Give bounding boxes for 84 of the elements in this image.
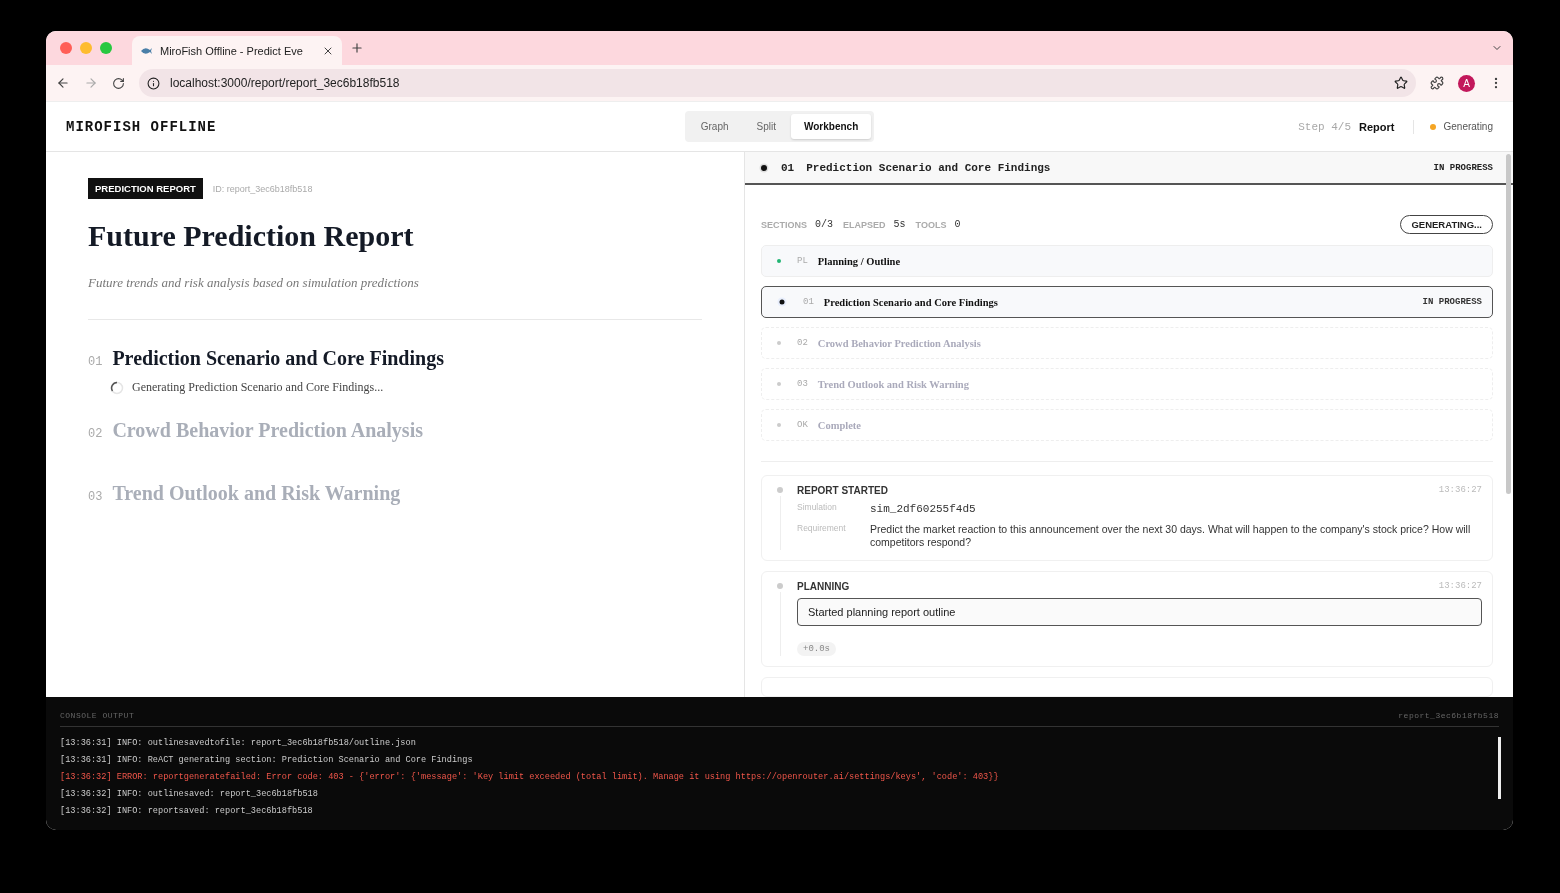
stat-value: 5s — [893, 219, 906, 231]
section-title: Crowd Behavior Prediction Analysis — [112, 419, 423, 442]
stat-label: ELAPSED — [843, 219, 886, 230]
spinner-icon — [110, 380, 124, 395]
progress-text: Generating Prediction Scenario and Core Findings... — [132, 380, 384, 395]
step-status: IN PROGRESS — [1422, 297, 1482, 308]
reload-icon[interactable] — [112, 76, 125, 90]
step-code: 01 — [803, 297, 814, 308]
console-title: CONSOLE OUTPUT — [60, 711, 135, 720]
view-tab[interactable]: Split — [743, 114, 789, 139]
step-code: 02 — [797, 338, 808, 349]
step-title: Complete — [817, 419, 862, 431]
info-icon — [147, 76, 160, 90]
app-logo: MIROFISH OFFLINE — [66, 118, 218, 135]
section-number: 01 — [88, 355, 103, 369]
section-title: Prediction Scenario and Core Findings — [112, 347, 444, 370]
console-line: [13:36:32] ERROR: reportgeneratefailed: Error code: 403 - {'error': {'message': 'Key limit exceeded (total limit). Manage it using https://openrouter.ai/settings/keys', 'code': 403}} — [60, 771, 1000, 784]
report-title: Future Prediction Report — [88, 219, 415, 253]
step-code: 03 — [797, 379, 808, 390]
status-dot — [777, 423, 781, 428]
status-text: Generating — [1443, 121, 1493, 132]
event-time: 13:36:27 — [1438, 485, 1482, 497]
generating-button[interactable]: GENERATING... — [1400, 215, 1493, 235]
console-report-id: report_3ec6b18fb518 — [1398, 711, 1499, 720]
profile-avatar[interactable]: A — [1458, 74, 1475, 92]
view-tab[interactable]: Workbench — [791, 114, 872, 139]
event-title: PLANNING — [797, 581, 850, 592]
scrollbar[interactable] — [1498, 737, 1501, 799]
scrollbar[interactable] — [1506, 154, 1511, 494]
field-value: sim_2df60255f4d5 — [870, 502, 977, 517]
report-badge: PREDICTION REPORT — [88, 178, 203, 199]
section-number: 03 — [88, 490, 103, 504]
stat-value: 0/3 — [815, 219, 834, 231]
section-status: IN PROGRESS — [1433, 162, 1493, 173]
browser-tab[interactable]: MiroFish Offline - Predict Eve — [132, 36, 342, 65]
view-tab[interactable]: Graph — [687, 114, 742, 139]
stat-label: SECTIONS — [761, 219, 807, 230]
step-title: Prediction Scenario and Core Findings — [823, 296, 999, 308]
extensions-icon[interactable] — [1430, 76, 1444, 90]
current-step-icon — [759, 162, 769, 173]
url-text: localhost:3000/report/report_3ec6b18fb518 — [170, 76, 400, 90]
back-icon[interactable] — [56, 76, 70, 90]
event-dot — [777, 487, 783, 494]
status-dot — [777, 382, 781, 387]
section-number: 02 — [88, 427, 103, 441]
maximize-window-button[interactable] — [100, 42, 112, 54]
section-title: Trend Outlook and Risk Warning — [112, 482, 401, 505]
tab-title: MiroFish Offline - Predict Eve — [160, 44, 304, 57]
report-id: ID: report_3ec6b18fb518 — [212, 183, 313, 194]
address-bar[interactable]: localhost:3000/report/report_3ec6b18fb518 — [139, 69, 1416, 97]
event-time: 13:36:27 — [1438, 581, 1482, 592]
field-label: Requirement — [797, 522, 847, 535]
field-value: Predict the market reaction to this announcement over the next 30 days. What will happen to the company's stock price? How will competitors respond? — [870, 522, 1472, 550]
field-label: Simulation — [797, 502, 838, 515]
console-line: [13:36:32] INFO: reportsaved: report_3ec6b18fb518 — [60, 805, 314, 818]
section-title: Prediction Scenario and Core Findings — [806, 161, 1052, 174]
console-line: [13:36:32] INFO: outlinesaved: report_3ec6b18fb518 — [60, 788, 319, 801]
step-title: Trend Outlook and Risk Warning — [817, 378, 970, 390]
close-window-button[interactable] — [60, 42, 72, 54]
report-subtitle: Future trends and risk analysis based on simulation predictions — [88, 275, 702, 320]
new-tab-icon[interactable] — [350, 41, 364, 55]
current-step-icon — [777, 297, 787, 308]
console-line: [13:36:31] INFO: outlinesavedtofile: report_3ec6b18fb518/outline.json — [60, 737, 417, 750]
stat-label: TOOLS — [915, 219, 947, 230]
status-dot — [777, 341, 781, 346]
step-code: PL — [797, 256, 808, 267]
step-row[interactable]: PL Planning / Outline — [761, 245, 1493, 278]
status-dot — [777, 259, 781, 264]
step-row[interactable]: 01 Prediction Scenario and Core Findings IN PROGRESS — [761, 286, 1493, 319]
minimize-window-button[interactable] — [80, 42, 92, 54]
console-line: [13:36:31] INFO: ReACT generating section: Prediction Scenario and Core Findings — [60, 754, 474, 767]
event-message: Started planning report outline — [797, 598, 1482, 626]
section-number: 01 — [781, 161, 795, 174]
forward-icon[interactable] — [84, 76, 98, 90]
step-counter: Step 4/5 — [1298, 120, 1352, 133]
event-dot — [777, 583, 783, 589]
step-name: Report — [1359, 120, 1395, 133]
duration-tag: +0.0s — [797, 642, 836, 656]
step-code: OK — [797, 420, 808, 431]
event-title: REPORT STARTED — [797, 485, 888, 497]
step-title: Crowd Behavior Prediction Analysis — [817, 337, 982, 349]
stat-value: 0 — [954, 219, 961, 231]
bookmark-icon — [1394, 76, 1408, 90]
step-title: Planning / Outline — [817, 255, 902, 267]
